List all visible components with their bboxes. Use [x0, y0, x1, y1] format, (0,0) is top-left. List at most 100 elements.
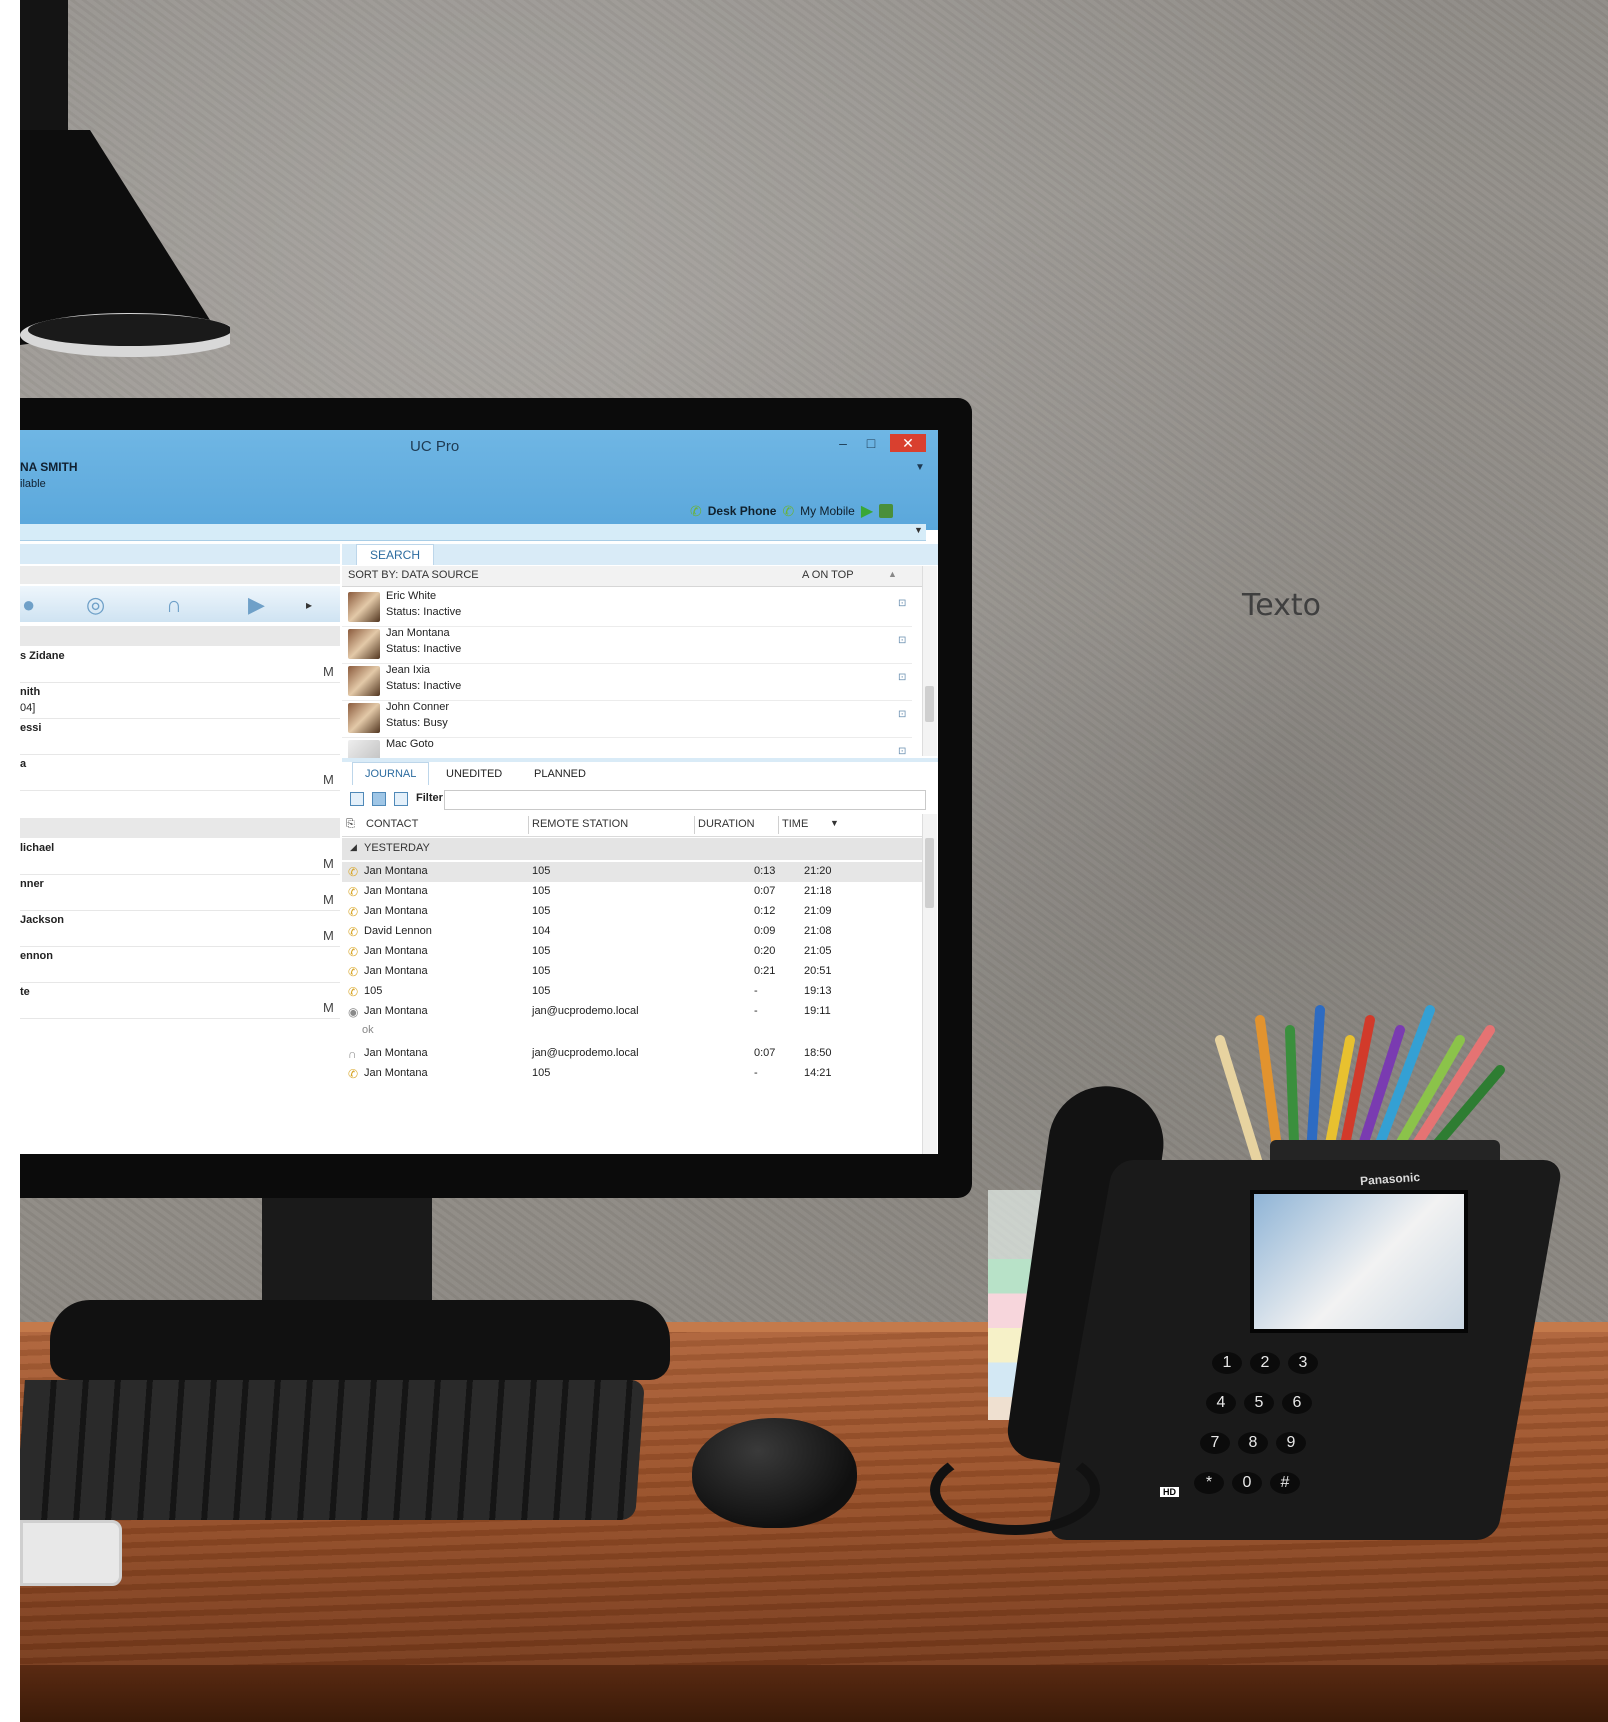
result-name: John Conner [386, 701, 449, 713]
search-result[interactable]: Eric White Status: Inactive ⊡ [342, 588, 912, 627]
contact-name: essi [20, 722, 42, 734]
col-duration[interactable]: DURATION [698, 818, 755, 830]
contact-card-icon[interactable]: ⊡ [898, 672, 906, 683]
search-result[interactable]: Jan Montana Status: Inactive ⊡ [342, 625, 912, 664]
user-status[interactable]: ilable [20, 478, 46, 490]
table-row[interactable]: ∩ Jan Montana jan@ucprodemo.local 0:07 18:50 [342, 1044, 922, 1064]
caret-up-icon[interactable]: ▲ [888, 569, 897, 579]
keypad-key: 4 [1206, 1392, 1236, 1414]
journal-tabs: JOURNAL UNEDITED PLANNED [342, 758, 938, 786]
search-result[interactable]: John Conner Status: Busy ⊡ [342, 699, 912, 738]
mouse [692, 1418, 857, 1528]
headset-icon[interactable]: ∩ [166, 592, 182, 618]
cell-duration: - [754, 1067, 758, 1079]
table-row[interactable]: ✆ Jan Montana 105 0:07 21:18 [342, 882, 922, 902]
collapse-icon[interactable]: ◢ [350, 842, 357, 853]
call-icon: ✆ [348, 865, 359, 879]
col-contact[interactable]: CONTACT [366, 818, 418, 830]
group-row[interactable]: ◢ YESTERDAY [342, 838, 922, 860]
filter-row: Filter [342, 788, 938, 810]
export-icon[interactable]: ⎘ [346, 818, 355, 831]
cell-contact: Jan Montana [364, 965, 428, 977]
cell-remote-station: 105 [532, 985, 551, 997]
tab-unedited[interactable]: UNEDITED [446, 768, 502, 780]
play-icon[interactable]: ▶ [248, 592, 265, 618]
contact-marker: M [323, 928, 334, 943]
contact-name: Jackson [20, 914, 65, 926]
table-row[interactable]: ✆ Jan Montana 105 - 14:21 [342, 1064, 922, 1084]
contact-card-icon[interactable]: ⊡ [898, 598, 906, 609]
search-pane: SEARCH SORT BY: DATA SOURCE A ON TOP ▲ E… [342, 542, 938, 1154]
table-row[interactable]: ◉ Jan Montana jan@ucprodemo.local - 19:11 [342, 1002, 922, 1022]
tab-journal[interactable]: JOURNAL [352, 762, 430, 785]
journal-scrollbar[interactable] [922, 814, 937, 1154]
list-item[interactable]: lichael M [20, 838, 340, 875]
cell-contact: Jan Montana [364, 1005, 428, 1017]
tab-search[interactable]: SEARCH [356, 544, 434, 565]
sort-label[interactable]: SORT BY: DATA SOURCE [348, 569, 479, 581]
calendar-month-icon[interactable] [394, 792, 408, 806]
calendar-day-icon[interactable] [350, 792, 364, 806]
search-result[interactable]: Jean Ixia Status: Inactive ⊡ [342, 662, 912, 701]
cell-duration: 0:07 [754, 885, 776, 897]
search-input[interactable] [20, 524, 926, 541]
contact-name: nith [20, 686, 41, 698]
col-remote-station[interactable]: REMOTE STATION [532, 818, 628, 830]
table-row[interactable]: ✆ Jan Montana 105 0:12 21:09 [342, 902, 922, 922]
list-item[interactable]: s Zidane M [20, 646, 340, 683]
my-mobile-button[interactable]: My Mobile [800, 504, 855, 518]
sort-option[interactable]: A ON TOP [802, 569, 854, 581]
maximize-button[interactable]: □ [860, 434, 882, 452]
scroll-thumb[interactable] [925, 838, 934, 908]
contact-name: lichael [20, 842, 55, 854]
keypad-key: 1 [1212, 1352, 1242, 1374]
results-scrollbar[interactable] [922, 566, 937, 756]
chevron-down-icon[interactable]: ▼ [915, 462, 925, 473]
chevron-right-icon[interactable]: ▸ [306, 598, 312, 612]
col-time[interactable]: TIME [782, 818, 808, 830]
cell-time: 21:18 [804, 885, 832, 897]
list-item[interactable]: te M [20, 982, 340, 1019]
list-item[interactable]: nner M [20, 874, 340, 911]
table-row[interactable]: ✆ 105 105 - 19:13 [342, 982, 922, 1002]
close-button[interactable]: ✕ [890, 434, 926, 452]
chat-icon[interactable]: ◎ [86, 592, 105, 618]
keypad-key: 6 [1282, 1392, 1312, 1414]
filter-input[interactable] [444, 790, 926, 810]
list-item[interactable]: aM [20, 754, 340, 791]
result-name: Jean Ixia [386, 664, 431, 676]
group-label: YESTERDAY [364, 842, 430, 854]
contact-card-icon[interactable]: ⊡ [898, 635, 906, 646]
play-icon[interactable]: ▶ [861, 501, 873, 521]
contacts-pane: ● ◎ ∩ ▶ ▸ s Zidane Mnith 04] essi a Mlichael M… [20, 542, 340, 1154]
table-row[interactable]: ✆ David Lennon 104 0:09 21:08 [342, 922, 922, 942]
list-item[interactable]: nith 04] [20, 682, 340, 719]
minimize-button[interactable]: – [832, 434, 854, 452]
cell-time: 21:05 [804, 945, 832, 957]
left-margin [0, 0, 20, 1722]
scroll-thumb[interactable] [925, 686, 934, 722]
table-row[interactable]: ✆ Jan Montana 105 0:20 21:05 [342, 942, 922, 962]
list-item[interactable]: essi [20, 718, 340, 755]
tab-planned[interactable]: PLANNED [534, 768, 586, 780]
list-item[interactable]: ennon [20, 946, 340, 983]
contact-name: ennon [20, 950, 53, 962]
calendar-icon[interactable] [879, 504, 894, 518]
call-icon: ✆ [348, 945, 359, 959]
table-row[interactable]: ✆ Jan Montana 105 0:13 21:20 [342, 862, 922, 882]
photo-scene: UC Pro NA SMITH ilable – □ ✕ ▼ ✆ Desk Ph… [0, 0, 1608, 1722]
contact-card-icon[interactable]: ⊡ [898, 746, 906, 757]
contact-card-icon[interactable]: ⊡ [898, 709, 906, 720]
monitor-screen: UC Pro NA SMITH ilable – □ ✕ ▼ ✆ Desk Ph… [20, 430, 938, 1154]
calendar-week-icon[interactable] [372, 792, 386, 806]
result-name: Jan Montana [386, 627, 450, 639]
list-item[interactable]: Jackson M [20, 910, 340, 947]
keyboard [15, 1380, 645, 1520]
avatar [348, 666, 380, 696]
table-row[interactable]: ✆ Jan Montana 105 0:21 20:51 [342, 962, 922, 982]
desk-phone-button[interactable]: Desk Phone [708, 504, 777, 518]
user-icon[interactable]: ● [22, 592, 35, 618]
sort-desc-icon[interactable]: ▼ [830, 818, 839, 828]
search-dropdown-icon[interactable]: ▼ [914, 525, 923, 535]
cell-time: 19:11 [804, 1005, 831, 1017]
